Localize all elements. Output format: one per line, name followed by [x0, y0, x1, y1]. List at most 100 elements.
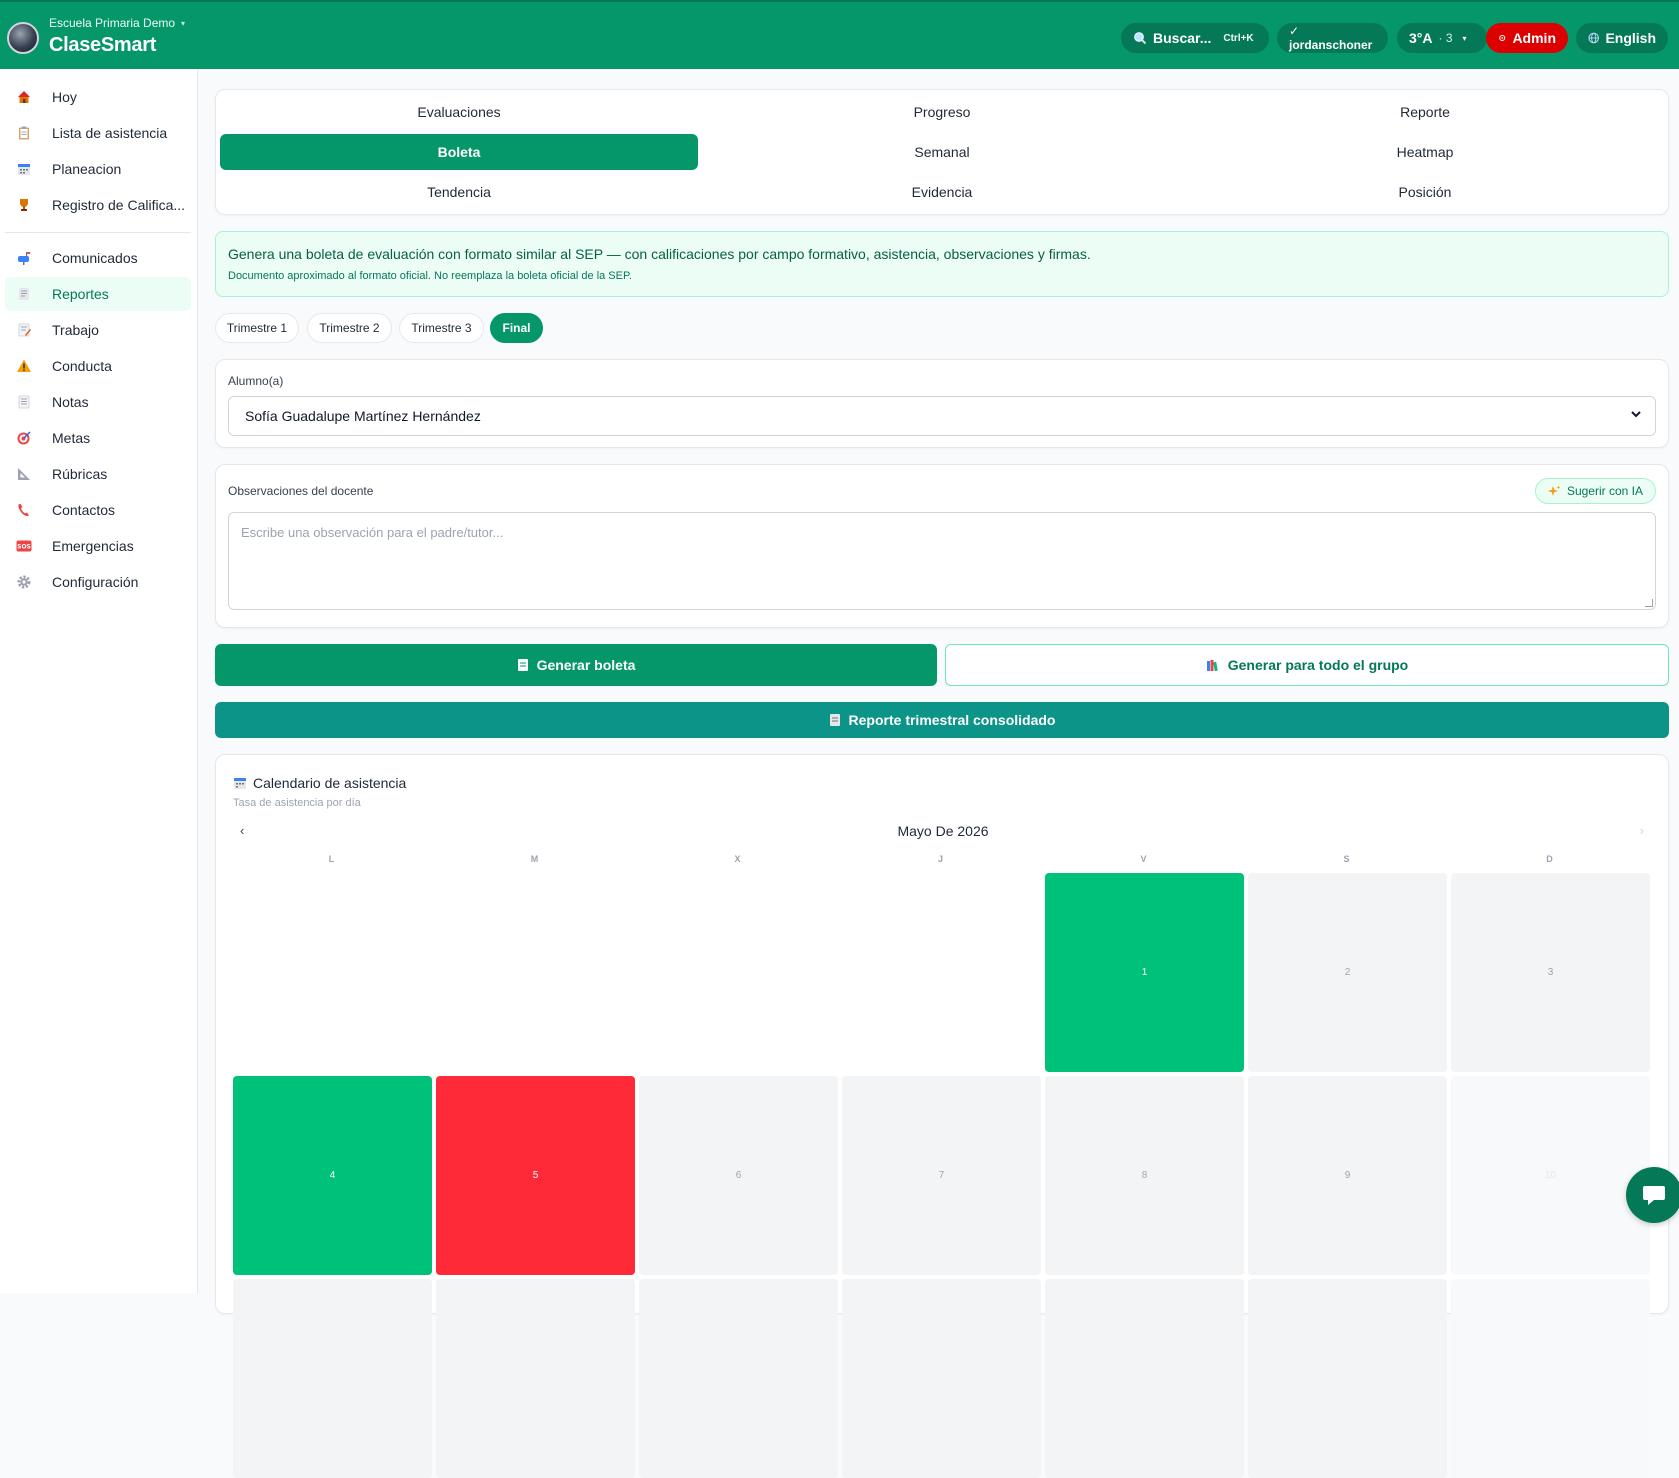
phone-icon	[14, 501, 34, 519]
info-banner: Genera una boleta de evaluación con form…	[215, 231, 1669, 297]
info-disclaimer: Documento aproximado al formato oficial.…	[228, 270, 632, 282]
student-selected-value: Sofía Guadalupe Martínez Hernández	[245, 408, 481, 424]
sidebar: Hoy Lista de asistencia Planeacion Regis…	[0, 69, 198, 1293]
search-button[interactable]: Buscar... Ctrl+K	[1121, 23, 1269, 53]
calendar-day[interactable]: 4	[233, 1076, 432, 1275]
suggest-ai-button[interactable]: Sugerir con IA	[1534, 478, 1656, 504]
generate-group-button[interactable]: Generar para todo el grupo	[945, 644, 1669, 686]
sidebar-item-label: Metas	[52, 430, 91, 446]
observations-textarea[interactable]: Escribe una observación para el padre/tu…	[228, 512, 1656, 610]
group-selector[interactable]: 3°A · 3 ▾	[1397, 23, 1487, 53]
calendar-day[interactable]: 10	[1451, 1076, 1650, 1275]
sidebar-item-label: Registro de Califica...	[52, 197, 186, 213]
tab-heatmap[interactable]: Heatmap	[1186, 134, 1664, 170]
calendar-day[interactable]: 7	[842, 1076, 1041, 1275]
weekday-label: M	[530, 854, 539, 864]
tab-reporte[interactable]: Reporte	[1186, 94, 1664, 130]
tab-progreso[interactable]: Progreso	[703, 94, 1181, 130]
sidebar-item-registro-calificaciones[interactable]: Registro de Califica...	[5, 188, 191, 222]
sidebar-item-planeacion[interactable]: Planeacion	[5, 152, 191, 186]
chat-button[interactable]	[1626, 1167, 1679, 1223]
sidebar-item-contactos[interactable]: Contactos	[5, 493, 191, 527]
top-bar: Escuela Primaria Demo ▾ ClaseSmart Busca…	[0, 0, 1679, 69]
sidebar-item-metas[interactable]: Metas	[5, 421, 191, 455]
weekday-label: V	[1140, 854, 1147, 864]
weekday-label: L	[328, 854, 335, 864]
calendar-day[interactable]	[842, 1279, 1041, 1478]
tab-semanal[interactable]: Semanal	[703, 134, 1181, 170]
target-icon	[14, 429, 34, 447]
period-chip-final[interactable]: Final	[490, 313, 543, 343]
sidebar-divider	[5, 232, 191, 233]
calendar-day[interactable]	[233, 1279, 432, 1478]
school-switcher[interactable]: Escuela Primaria Demo ▾	[49, 16, 185, 30]
calendar-icon	[14, 160, 34, 178]
sidebar-item-emergencias[interactable]: SOS Emergencias	[5, 529, 191, 563]
user-badge[interactable]: ✓ jordanschoner	[1277, 23, 1388, 53]
calendar-day[interactable]	[1045, 1279, 1244, 1478]
next-month-button[interactable]: ›	[1640, 823, 1644, 838]
sidebar-item-label: Notas	[52, 394, 89, 410]
tab-boleta[interactable]: Boleta	[220, 134, 698, 170]
calendar-subtitle: Tasa de asistencia por día	[233, 797, 361, 809]
sidebar-item-hoy[interactable]: Hoy	[5, 80, 191, 114]
resize-handle[interactable]	[1645, 599, 1653, 607]
sidebar-item-conducta[interactable]: Conducta	[5, 349, 191, 383]
report-tabs: Evaluaciones Progreso Reporte Boleta Sem…	[215, 89, 1669, 215]
calendar-day[interactable]: 9	[1248, 1076, 1447, 1275]
tab-tendencia[interactable]: Tendencia	[220, 174, 698, 210]
gear-icon	[14, 573, 34, 591]
quarterly-report-button[interactable]: Reporte trimestral consolidado	[215, 702, 1669, 738]
group-label: 3°A	[1409, 30, 1433, 46]
sos-icon: SOS	[14, 537, 34, 555]
trophy-icon	[14, 196, 34, 214]
calendar-day[interactable]	[1248, 1279, 1447, 1478]
sidebar-item-trabajo[interactable]: Trabajo	[5, 313, 191, 347]
chevron-down-icon	[1631, 411, 1641, 418]
user-label: ✓ jordanschoner	[1289, 24, 1373, 52]
tab-evidencia[interactable]: Evidencia	[703, 174, 1181, 210]
language-button[interactable]: English	[1576, 23, 1668, 53]
sidebar-item-label: Reportes	[52, 286, 109, 302]
calendar-day[interactable]	[436, 1279, 635, 1478]
tab-evaluaciones[interactable]: Evaluaciones	[220, 94, 698, 130]
calendar-month-label: Mayo De 2026	[897, 823, 989, 839]
generate-group-label: Generar para todo el grupo	[1227, 657, 1409, 673]
calendar-day[interactable]: 5	[436, 1076, 635, 1275]
admin-button[interactable]: Admin	[1486, 23, 1568, 53]
period-chip-trimestre-1[interactable]: Trimestre 1	[215, 313, 299, 343]
sidebar-item-lista-asistencia[interactable]: Lista de asistencia	[5, 116, 191, 150]
sidebar-item-label: Emergencias	[52, 538, 134, 554]
sidebar-item-comunicados[interactable]: Comunicados	[5, 241, 191, 275]
quarterly-label: Reporte trimestral consolidado	[848, 712, 1056, 728]
search-label: Buscar...	[1153, 30, 1212, 46]
calendar-day[interactable]: 1	[1045, 873, 1244, 1072]
sidebar-item-label: Planeacion	[52, 161, 122, 177]
note-icon	[14, 393, 34, 411]
calendar-day[interactable]: 3	[1451, 873, 1650, 1072]
report-icon	[829, 714, 840, 726]
tab-posicion[interactable]: Posición	[1186, 174, 1664, 210]
info-description: Genera una boleta de evaluación con form…	[228, 246, 1091, 262]
clipboard-icon	[14, 124, 34, 142]
attendance-calendar: Calendario de asistencia Tasa de asisten…	[215, 754, 1669, 1478]
weekday-label: X	[734, 854, 741, 864]
school-avatar[interactable]	[7, 22, 39, 54]
weekday-label: J	[937, 854, 943, 864]
calendar-day[interactable]: 6	[639, 1076, 838, 1275]
sidebar-item-reportes[interactable]: Reportes	[5, 277, 191, 311]
period-chip-trimestre-3[interactable]: Trimestre 3	[399, 313, 484, 343]
calendar-day[interactable]	[1451, 1279, 1650, 1478]
observations-placeholder: Escribe una observación para el padre/tu…	[241, 525, 504, 540]
observations-label: Observaciones del docente	[228, 484, 374, 498]
calendar-day[interactable]	[639, 1279, 838, 1478]
student-select[interactable]: Sofía Guadalupe Martínez Hernández	[228, 396, 1656, 436]
calendar-day[interactable]: 8	[1045, 1076, 1244, 1275]
period-chip-trimestre-2[interactable]: Trimestre 2	[307, 313, 392, 343]
sidebar-item-configuracion[interactable]: Configuración	[5, 565, 191, 599]
search-shortcut: Ctrl+K	[1223, 32, 1254, 44]
generate-report-card-button[interactable]: Generar boleta	[215, 644, 937, 686]
sidebar-item-notas[interactable]: Notas	[5, 385, 191, 419]
calendar-day[interactable]: 2	[1248, 873, 1447, 1072]
sidebar-item-rubricas[interactable]: Rúbricas	[5, 457, 191, 491]
